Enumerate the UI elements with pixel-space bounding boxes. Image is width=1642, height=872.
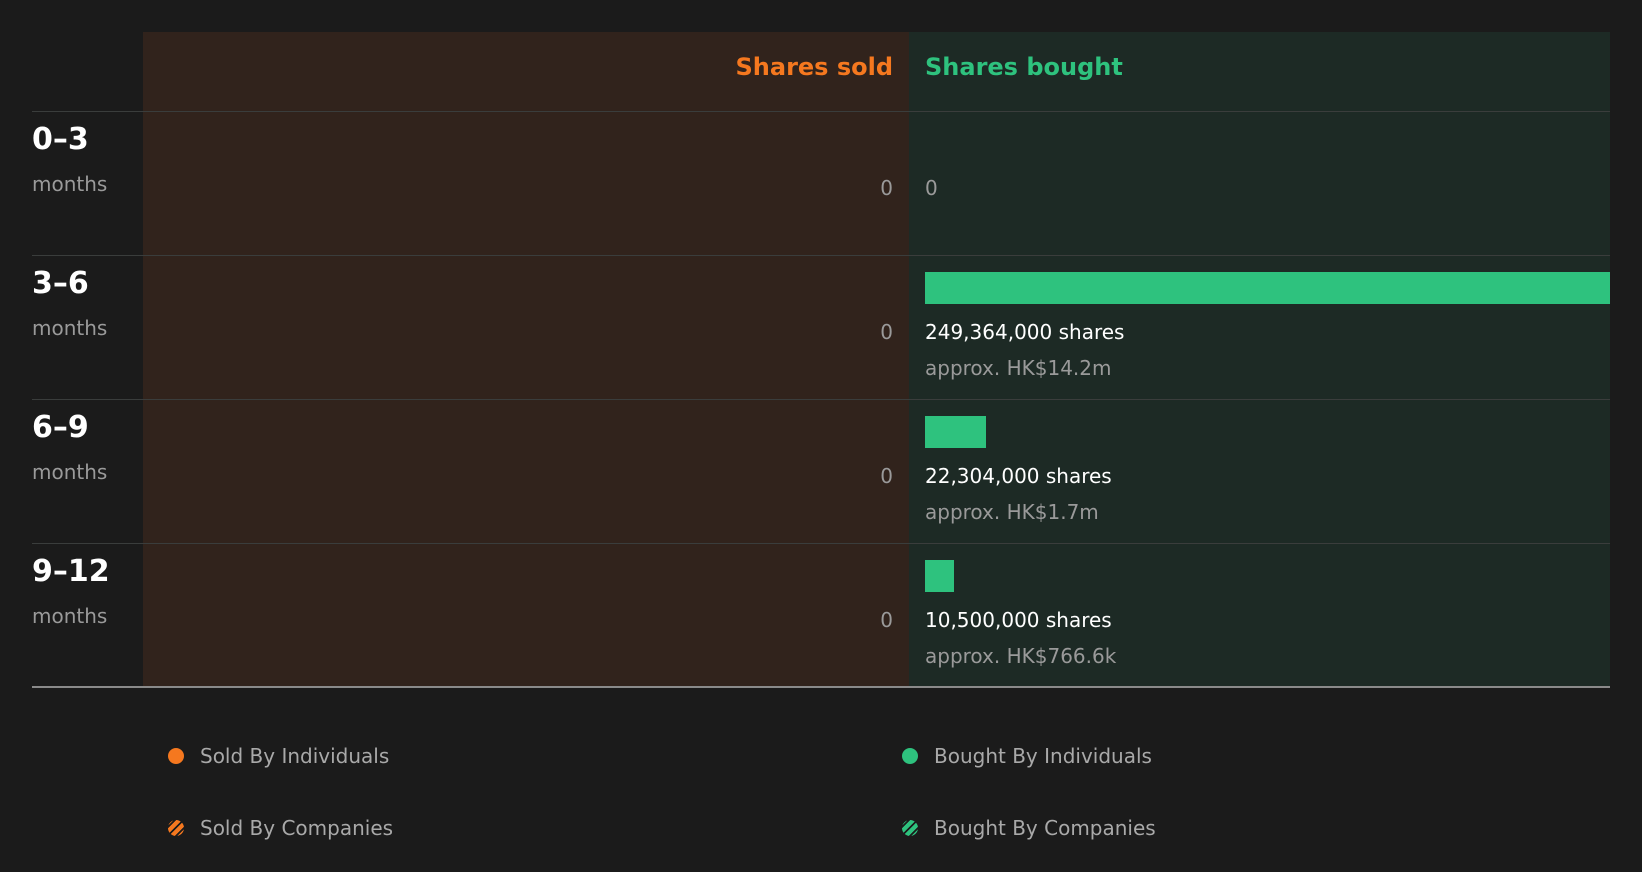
bought-value: 0 (925, 176, 938, 200)
row-divider (32, 111, 1610, 112)
bought-shares-label: 249,364,000 shares (925, 320, 1125, 344)
bought-approx-value: approx. HK$766.6k (925, 644, 1117, 668)
legend-label: Bought By Companies (934, 816, 1156, 840)
legend-item-bought-companies[interactable]: Bought By Companies (902, 816, 1156, 840)
sold-value: 0 (880, 176, 893, 200)
sold-value: 0 (880, 464, 893, 488)
sold-companies-striped-icon (168, 820, 184, 836)
bought-bar (925, 416, 986, 448)
period-unit: months (32, 316, 108, 340)
period-label: 3–6 (32, 266, 89, 301)
shares-sold-header: Shares sold (735, 53, 894, 81)
period-label: 0–3 (32, 122, 89, 157)
sold-value: 0 (880, 320, 893, 344)
legend-item-sold-individuals[interactable]: Sold By Individuals (168, 744, 389, 768)
period-label: 9–12 (32, 554, 110, 589)
shares-bought-header: Shares bought (925, 53, 1123, 81)
sold-value: 0 (880, 608, 893, 632)
bought-shares-label: 10,500,000 shares (925, 608, 1112, 632)
bought-individuals-dot-icon (902, 748, 918, 764)
legend-label: Bought By Individuals (934, 744, 1152, 768)
bought-shares-label: 22,304,000 shares (925, 464, 1112, 488)
row-divider (32, 399, 1610, 400)
row-divider (32, 543, 1610, 544)
period-unit: months (32, 172, 108, 196)
bought-bar (925, 272, 1610, 304)
legend-item-bought-individuals[interactable]: Bought By Individuals (902, 744, 1152, 768)
period-label: 6–9 (32, 410, 89, 445)
bought-approx-value: approx. HK$1.7m (925, 500, 1099, 524)
legend-item-sold-companies[interactable]: Sold By Companies (168, 816, 393, 840)
row-divider (32, 255, 1610, 256)
sold-individuals-dot-icon (168, 748, 184, 764)
bought-bar (925, 560, 954, 592)
insider-trading-chart: Shares sold Shares bought 0–3 months 0 0… (0, 0, 1642, 872)
chart-bottom-axis (32, 686, 1610, 688)
period-unit: months (32, 604, 108, 628)
legend-label: Sold By Companies (200, 816, 394, 840)
legend-label: Sold By Individuals (200, 744, 390, 768)
period-unit: months (32, 460, 108, 484)
bought-approx-value: approx. HK$14.2m (925, 356, 1112, 380)
sold-column-background (143, 32, 909, 687)
bought-companies-striped-icon (902, 820, 918, 836)
